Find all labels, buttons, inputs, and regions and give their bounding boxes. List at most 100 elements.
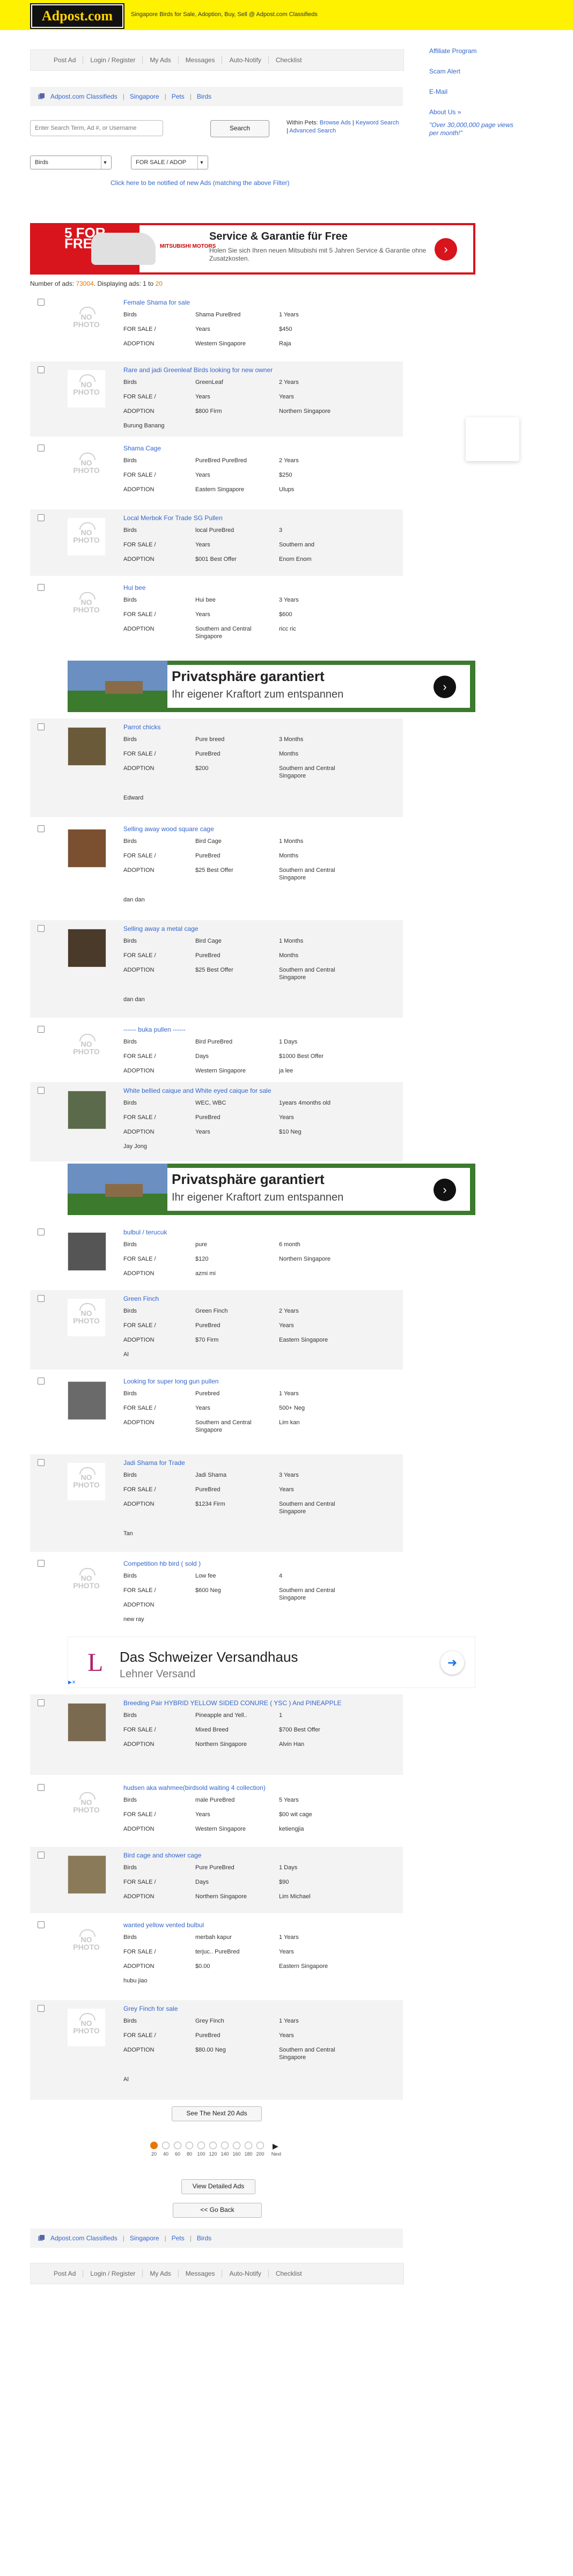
- breadcrumb-pets[interactable]: Pets: [166, 93, 190, 100]
- ad-type-select[interactable]: FOR SALE / ADOP ▼: [131, 156, 208, 169]
- listing-title[interactable]: ------ buka pullen ------: [123, 1025, 402, 1034]
- page-dot[interactable]: [245, 2142, 252, 2149]
- no-photo-placeholder[interactable]: NO PHOTO: [68, 1299, 105, 1336]
- listing-photo[interactable]: [68, 1855, 106, 1894]
- listing-checkbox[interactable]: [38, 514, 45, 521]
- page-dot[interactable]: [256, 2142, 264, 2149]
- home-icon[interactable]: [38, 2234, 45, 2242]
- nav-auto-notify[interactable]: Auto-Notify: [222, 2270, 269, 2277]
- listing-checkbox[interactable]: [38, 1295, 45, 1302]
- page-dot[interactable]: [186, 2142, 193, 2149]
- no-photo-placeholder[interactable]: NO PHOTO: [68, 2009, 105, 2046]
- see-next-button[interactable]: See The Next 20 Ads: [172, 2106, 262, 2121]
- banner-ad-mitsubishi[interactable]: 5 FOR FREE MITSUBISHI MOTORS Service & G…: [30, 223, 475, 275]
- listing-title[interactable]: Jadi Shama for Trade: [123, 1458, 402, 1468]
- breadcrumb-pets[interactable]: Pets: [166, 2234, 190, 2242]
- listing-title[interactable]: Looking for super long gun pullen: [123, 1376, 402, 1386]
- listing-checkbox[interactable]: [38, 584, 45, 591]
- listing-checkbox[interactable]: [38, 2005, 45, 2012]
- ad-choices-icon[interactable]: ▶✕: [68, 1679, 76, 1685]
- listing-checkbox[interactable]: [38, 1228, 45, 1235]
- no-photo-placeholder[interactable]: NO PHOTO: [68, 370, 105, 408]
- affiliate-program-link[interactable]: Affiliate Program: [429, 47, 547, 55]
- listing-title[interactable]: hudsen aka wahmee(birdsold waiting 4 col…: [123, 1783, 402, 1793]
- banner-ad-privatsphaere[interactable]: Privatsphäre garantiert Ihr eigener Kraf…: [68, 1164, 475, 1215]
- page-dot[interactable]: [174, 2142, 181, 2149]
- listing-checkbox[interactable]: [38, 1378, 45, 1385]
- next-arrow-icon[interactable]: ▶: [273, 2142, 278, 2151]
- listing-title[interactable]: Female Shama for sale: [123, 298, 402, 307]
- listing-title[interactable]: Selling away a metal cage: [123, 924, 402, 934]
- banner-ad-privatsphaere[interactable]: Privatsphäre garantiert Ihr eigener Kraf…: [68, 661, 475, 712]
- nav-messages[interactable]: Messages: [179, 2270, 223, 2277]
- chevron-right-icon[interactable]: ›: [434, 1179, 456, 1201]
- listing-checkbox[interactable]: [38, 723, 45, 730]
- no-photo-placeholder[interactable]: NO PHOTO: [68, 1925, 105, 1963]
- listing-checkbox[interactable]: [38, 445, 45, 451]
- no-photo-placeholder[interactable]: NO PHOTO: [68, 588, 105, 625]
- listing-checkbox[interactable]: [38, 1026, 45, 1033]
- next-label[interactable]: Next: [270, 2151, 282, 2157]
- listing-photo[interactable]: [68, 1703, 106, 1742]
- page-dot[interactable]: [197, 2142, 205, 2149]
- listing-checkbox[interactable]: [38, 1699, 45, 1706]
- listing-checkbox[interactable]: [38, 1087, 45, 1094]
- listing-checkbox[interactable]: [38, 1852, 45, 1859]
- listing-checkbox[interactable]: [38, 366, 45, 373]
- no-photo-placeholder[interactable]: NO PHOTO: [68, 1564, 105, 1601]
- breadcrumb-singapore[interactable]: Singapore: [124, 2234, 165, 2242]
- search-input[interactable]: [30, 120, 163, 136]
- email-link[interactable]: E-Mail: [429, 88, 547, 95]
- home-icon[interactable]: [38, 93, 45, 100]
- breadcrumb-birds[interactable]: Birds: [192, 93, 217, 100]
- no-photo-placeholder[interactable]: NO PHOTO: [68, 1463, 105, 1500]
- chevron-right-icon[interactable]: ›: [434, 676, 456, 698]
- listing-checkbox[interactable]: [38, 825, 45, 832]
- nav-auto-notify[interactable]: Auto-Notify: [222, 56, 269, 64]
- listing-title[interactable]: Rare and jadi Greenleaf Birds looking fo…: [123, 365, 402, 375]
- nav-checklist[interactable]: Checklist: [269, 2270, 309, 2277]
- listing-title[interactable]: wanted yellow vented bulbul: [123, 1920, 402, 1930]
- listing-title[interactable]: Local Merbok For Trade SG Pullen: [123, 513, 402, 523]
- breadcrumb-singapore[interactable]: Singapore: [124, 93, 165, 100]
- nav-messages[interactable]: Messages: [179, 56, 223, 64]
- nav-login-register[interactable]: Login / Register: [83, 56, 143, 64]
- nav-post-ad[interactable]: Post Ad: [47, 2270, 84, 2277]
- breadcrumb-adpost[interactable]: Adpost.com Classifieds: [45, 93, 123, 100]
- directions-icon[interactable]: ➜: [440, 1651, 464, 1675]
- listing-title[interactable]: Shama Cage: [123, 443, 402, 453]
- listing-photo[interactable]: [68, 727, 106, 766]
- breadcrumb-birds[interactable]: Birds: [192, 2234, 217, 2242]
- page-views-note[interactable]: "Over 30,000,000 page views per month!": [429, 121, 515, 137]
- listing-title[interactable]: Green Finch: [123, 1294, 402, 1304]
- listing-title[interactable]: Parrot chicks: [123, 722, 402, 732]
- browse-ads-link[interactable]: Browse Ads: [320, 120, 351, 126]
- breadcrumb-adpost[interactable]: Adpost.com Classifieds: [45, 2234, 123, 2242]
- advanced-search-link[interactable]: Advanced Search: [289, 128, 336, 134]
- no-photo-placeholder[interactable]: NO PHOTO: [68, 1030, 105, 1067]
- listing-title[interactable]: Selling away wood square cage: [123, 824, 402, 834]
- notify-link[interactable]: Click here to be notified of new Ads (ma…: [111, 179, 290, 187]
- listing-title[interactable]: White bellied caique and White eyed caiq…: [123, 1086, 402, 1095]
- about-us-link[interactable]: About Us »: [429, 108, 547, 116]
- nav-checklist[interactable]: Checklist: [269, 56, 309, 64]
- listing-title[interactable]: Grey Finch for sale: [123, 2004, 402, 2014]
- listing-photo[interactable]: [68, 829, 106, 868]
- listing-checkbox[interactable]: [38, 299, 45, 306]
- listing-title[interactable]: Bird cage and shower cage: [123, 1850, 402, 1860]
- nav-post-ad[interactable]: Post Ad: [47, 56, 84, 64]
- no-photo-placeholder[interactable]: NO PHOTO: [68, 448, 105, 486]
- no-photo-placeholder[interactable]: NO PHOTO: [68, 1788, 105, 1825]
- page-dot[interactable]: [209, 2142, 217, 2149]
- adpost-logo[interactable]: Adpost.com: [31, 4, 123, 28]
- no-photo-placeholder[interactable]: NO PHOTO: [68, 518, 105, 556]
- listing-title[interactable]: Competition hb bird ( sold ): [123, 1559, 402, 1568]
- page-dot[interactable]: [162, 2142, 170, 2149]
- category-select[interactable]: Birds ▼: [30, 156, 112, 169]
- listing-photo[interactable]: [68, 1381, 106, 1420]
- page-dot[interactable]: [233, 2142, 240, 2149]
- listing-checkbox[interactable]: [38, 1459, 45, 1466]
- listing-photo[interactable]: [68, 929, 106, 967]
- nav-my-ads[interactable]: My Ads: [143, 2270, 179, 2277]
- scam-alert-link[interactable]: Scam Alert: [429, 68, 547, 75]
